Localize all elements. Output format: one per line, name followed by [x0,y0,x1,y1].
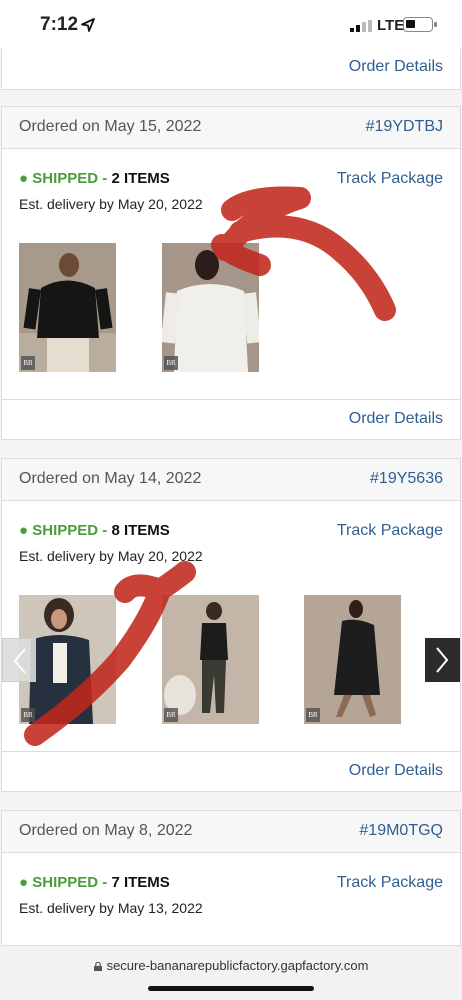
product-thumbnail[interactable]: BR [19,243,116,372]
order-card: Ordered on May 8, 2022 #19M0TGQ ● SHIPPE… [1,810,461,946]
estimated-delivery: Est. delivery by May 13, 2022 [19,900,203,916]
track-package-link[interactable]: Track Package [337,170,443,188]
brand-logo: BR [21,708,35,722]
status-separator: - [102,874,108,891]
product-thumbnail[interactable]: BR [162,243,259,372]
order-header: Ordered on May 15, 2022 #19YDTBJ [2,107,460,149]
product-thumbnail[interactable]: BR [162,595,259,724]
chevron-right-icon [436,647,449,673]
shipping-status: ● SHIPPED - 8 ITEMS [19,522,170,539]
status-dot-icon: ● [19,874,29,891]
status-dot-icon: ● [19,522,29,539]
order-date: Ordered on May 14, 2022 [19,470,202,487]
order-details-link[interactable]: Order Details [349,762,443,780]
order-details-row: Order Details [2,399,460,439]
chevron-left-icon [13,648,26,674]
carousel-next-button[interactable] [425,638,460,682]
item-count: 8 ITEMS [111,522,170,539]
order-number-link[interactable]: #19Y5636 [370,470,443,488]
order-date: Ordered on May 8, 2022 [19,822,193,839]
estimated-delivery: Est. delivery by May 20, 2022 [19,196,203,212]
order-header: Ordered on May 8, 2022 #19M0TGQ [2,811,460,853]
carousel-prev-button[interactable] [2,638,36,682]
order-details-link[interactable]: Order Details [349,58,443,76]
brand-logo: BR [164,708,178,722]
product-thumbnail[interactable]: BR [304,595,401,724]
track-package-link[interactable]: Track Package [337,522,443,540]
status-label: SHIPPED [32,170,99,187]
order-details-link[interactable]: Order Details [349,410,443,428]
network-label: LTE [377,17,405,34]
browser-url-bar[interactable]: secure-bananarepublicfactory.gapfactory.… [0,946,462,1000]
home-indicator[interactable] [148,986,314,991]
status-label: SHIPPED [32,522,99,539]
order-header: Ordered on May 14, 2022 #19Y5636 [2,459,460,501]
lock-icon [93,962,102,971]
estimated-delivery: Est. delivery by May 20, 2022 [19,548,203,564]
order-date: Ordered on May 15, 2022 [19,118,202,135]
status-separator: - [102,522,108,539]
order-card: Ordered on May 14, 2022 #19Y5636 ● SHIPP… [1,458,461,792]
order-details-row: Order Details [2,48,460,88]
item-count: 7 ITEMS [111,874,170,891]
track-package-link[interactable]: Track Package [337,874,443,892]
shipping-status: ● SHIPPED - 7 ITEMS [19,874,170,891]
signal-icon [350,20,372,32]
item-count: 2 ITEMS [111,170,170,187]
url-text: secure-bananarepublicfactory.gapfactory.… [106,958,369,973]
order-number-link[interactable]: #19YDTBJ [366,118,443,136]
status-dot-icon: ● [19,170,29,187]
status-time: 7:12 [40,14,79,35]
order-card: Ordered on May 15, 2022 #19YDTBJ ● SHIPP… [1,106,461,440]
status-label: SHIPPED [32,874,99,891]
battery-icon [403,17,437,32]
order-number-link[interactable]: #19M0TGQ [359,822,443,840]
order-details-row: Order Details [2,751,460,791]
location-arrow-icon [81,18,95,32]
status-separator: - [102,170,108,187]
brand-logo: BR [21,356,35,370]
shipping-status: ● SHIPPED - 2 ITEMS [19,170,170,187]
order-card-previous: Order Details [1,48,461,90]
status-bar: 7:12 LTE [0,0,462,50]
url-display[interactable]: secure-bananarepublicfactory.gapfactory.… [0,958,462,973]
brand-logo: BR [306,708,320,722]
brand-logo: BR [164,356,178,370]
